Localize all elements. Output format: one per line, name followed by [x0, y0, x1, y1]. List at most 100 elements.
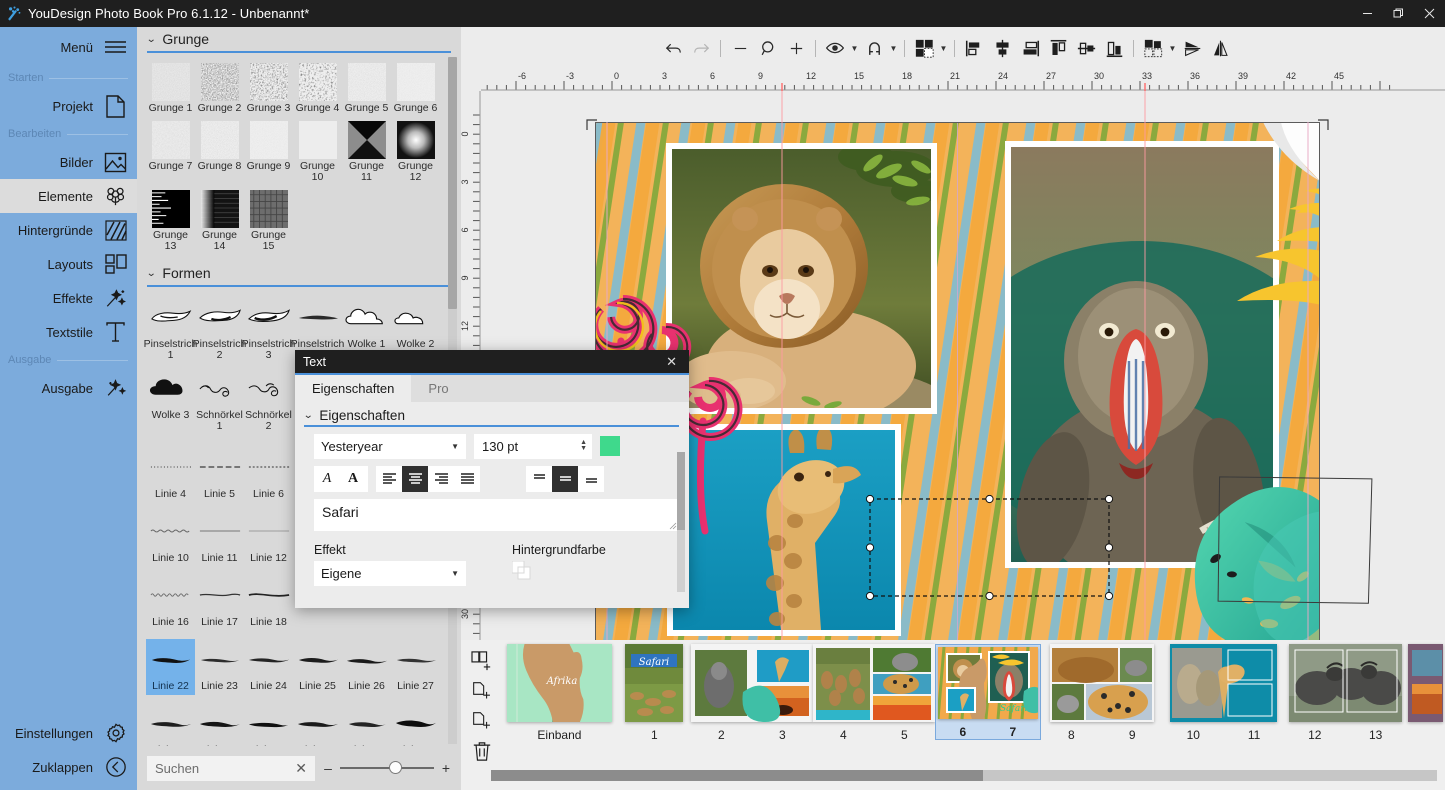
cover-thumbnail[interactable]: Afrika [506, 644, 612, 722]
element-item[interactable]: Grunge 13 [146, 190, 195, 255]
dialog-group-header[interactable]: ⌄ Eigenschaften [295, 402, 689, 425]
element-item[interactable]: Grunge 15 [244, 190, 293, 255]
element-item[interactable]: Linie 16 [146, 575, 195, 631]
zoom-in-button[interactable]: + [441, 760, 451, 776]
group-header-formen[interactable]: ⌄ Formen [137, 261, 461, 285]
delete-page-button[interactable] [467, 736, 497, 766]
filmstrip-cover[interactable]: Afrika Einband [501, 644, 618, 742]
align-left-button[interactable] [960, 34, 988, 62]
bold-button[interactable]: A [340, 466, 366, 492]
font-color-swatch[interactable] [600, 436, 620, 456]
filmstrip-spread-next-partial[interactable] [1406, 644, 1445, 722]
group-dropdown-caret[interactable]: ▼ [1167, 34, 1178, 62]
element-item[interactable]: Linie 4 [146, 447, 195, 503]
close-button[interactable] [1414, 0, 1445, 27]
element-item[interactable]: Grunge 9 [244, 121, 293, 186]
element-item[interactable]: Pinselstrich 3 [242, 297, 295, 364]
element-item[interactable]: Grunge 11 [342, 121, 391, 186]
page-thumbnail[interactable] [1049, 644, 1154, 722]
add-page-after-button[interactable] [467, 706, 497, 736]
align-left-button[interactable] [376, 466, 402, 492]
sidebar-item-hintergruende[interactable]: Hintergründe [0, 213, 137, 247]
sidebar-item-ausgabe[interactable]: Ausgabe [0, 371, 137, 405]
dialog-close-icon[interactable]: ✕ [662, 354, 681, 370]
align-center-horizontal-button[interactable] [988, 34, 1016, 62]
align-middle-vertical-button[interactable] [1072, 34, 1100, 62]
maximize-button[interactable] [1383, 0, 1414, 27]
element-item[interactable]: Grunge 4 [293, 63, 342, 117]
background-color-swatch[interactable] [512, 560, 532, 581]
zoom-fit-button[interactable] [754, 34, 782, 62]
search-input[interactable]: Suchen ✕ [147, 755, 315, 781]
align-right-button[interactable] [428, 466, 454, 492]
arrange-dropdown-caret[interactable]: ▼ [938, 34, 949, 62]
element-item[interactable]: Grunge 6 [391, 63, 440, 117]
element-item[interactable]: Linie 24 [244, 639, 293, 695]
dialog-scrollbar-thumb[interactable] [677, 452, 685, 530]
element-item[interactable]: Grunge 5 [342, 63, 391, 117]
zoom-in-button[interactable] [782, 34, 810, 62]
menu-button[interactable]: Menü [0, 27, 137, 67]
add-page-button[interactable] [467, 676, 497, 706]
text-content-input[interactable]: Safari [314, 498, 679, 531]
element-item[interactable]: Grunge 3 [244, 63, 293, 117]
page-thumbnail[interactable] [1288, 644, 1402, 722]
sidebar-item-bilder[interactable]: Bilder [0, 145, 137, 179]
element-item[interactable]: Linie 6 [244, 447, 293, 503]
align-top-button[interactable] [1044, 34, 1072, 62]
font-size-stepper[interactable]: 130 pt ▲ ▼ [474, 433, 592, 459]
filmstrip-scrollbar-thumb[interactable] [491, 770, 983, 781]
redo-button[interactable] [687, 34, 715, 62]
element-item[interactable]: Linie 12 [244, 511, 293, 567]
sidebar-item-einstellungen[interactable]: Einstellungen [0, 716, 137, 750]
flip-horizontal-button[interactable] [1206, 34, 1234, 62]
magnet-dropdown-caret[interactable]: ▼ [888, 34, 899, 62]
zoom-out-button[interactable] [726, 34, 754, 62]
element-item[interactable]: Wolke 3 [146, 368, 195, 435]
group-objects-button[interactable] [1139, 34, 1167, 62]
page-thumbnail[interactable] [1408, 644, 1444, 722]
align-center-button[interactable] [402, 465, 428, 492]
element-item[interactable]: Pinselstrich 2 [193, 297, 246, 364]
element-item[interactable]: Linie 27 [391, 639, 440, 695]
filmstrip-spread-2-3[interactable]: 2 3 [690, 644, 813, 742]
align-top-button[interactable] [526, 466, 552, 492]
element-item[interactable]: Linie 23 [195, 639, 244, 695]
group-header-grunge[interactable]: ⌄ Grunge [137, 27, 461, 51]
flip-vertical-button[interactable] [1178, 34, 1206, 62]
element-item[interactable]: Linie 10 [146, 511, 195, 567]
element-item[interactable]: Grunge 2 [195, 63, 244, 117]
filmstrip-page-1[interactable]: Safari 1 [618, 644, 691, 742]
element-item[interactable]: Linie 11 [195, 511, 244, 567]
align-middle-button[interactable] [552, 465, 578, 492]
stepper-arrows[interactable]: ▲ ▼ [580, 439, 587, 452]
align-bottom-button[interactable] [578, 466, 604, 492]
element-item[interactable]: Linie 17 [195, 575, 244, 631]
element-item[interactable]: Grunge 8 [195, 121, 244, 186]
page-thumbnail[interactable] [690, 644, 813, 722]
view-button[interactable] [821, 34, 849, 62]
tab-eigenschaften[interactable]: Eigenschaften [295, 375, 412, 402]
magnet-snap-button[interactable] [860, 34, 888, 62]
page-thumbnail[interactable] [1169, 644, 1277, 722]
effect-select[interactable]: Eigene ▼ [314, 560, 466, 586]
filmstrip-spread-4-5[interactable]: 4 5 [812, 644, 935, 742]
sidebar-item-textstile[interactable]: Textstile [0, 315, 137, 349]
filmstrip-spread-12-13[interactable]: 12 13 [1284, 644, 1406, 742]
element-item[interactable]: Grunge 14 [195, 190, 244, 255]
text-dialog[interactable]: Text ✕ Eigenschaften Pro ⌄ Eigenschaften… [295, 350, 689, 608]
element-item[interactable]: Grunge 7 [146, 121, 195, 186]
stepper-down-icon[interactable]: ▼ [580, 445, 587, 452]
sidebar-item-projekt[interactable]: Projekt [0, 89, 137, 123]
tab-pro[interactable]: Pro [411, 375, 465, 402]
align-right-button[interactable] [1016, 34, 1044, 62]
element-item[interactable]: Grunge 12 [391, 121, 440, 186]
minimize-button[interactable] [1352, 0, 1383, 27]
slider-knob[interactable] [388, 761, 402, 774]
element-item[interactable]: Grunge 10 [293, 121, 342, 186]
clear-search-icon[interactable]: ✕ [295, 760, 307, 777]
element-item-selected[interactable]: Linie 22 [146, 639, 195, 695]
font-family-select[interactable]: Yesteryear ▼ [314, 433, 466, 459]
filmstrip-spread-6-7-current[interactable]: Safari 6 7 [934, 644, 1041, 740]
sidebar-item-effekte[interactable]: Effekte [0, 281, 137, 315]
